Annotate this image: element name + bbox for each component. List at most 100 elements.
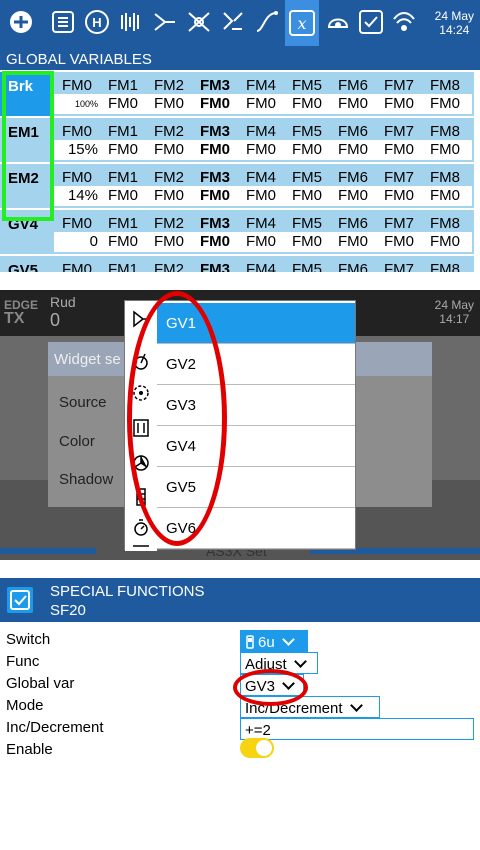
flight-mode-label: FM7 (384, 77, 414, 94)
date-label: 24 May (434, 298, 474, 312)
curves-icon[interactable] (252, 7, 282, 37)
gvar-row[interactable]: EM2 FM0 FM1 FM2 FM3 FM4 FM5 FM6 FM7 FM8 14% FM0 FM0 F… (0, 164, 480, 208)
gvar-row[interactable]: EM1 FM0 FM1 FM2 FM3 FM4 FM5 FM6 FM7 FM8 15% FM0 FM0 F… (0, 118, 480, 162)
edgetx-logo: EDGE TX (4, 298, 38, 327)
flight-mode-label: FM5 (292, 169, 322, 186)
rud-value: 0 (50, 310, 61, 330)
gvar-value-cell[interactable]: FM0 (100, 186, 146, 206)
gvar-value-cell[interactable]: FM0 (422, 140, 468, 160)
gvar-row[interactable]: GV5 FM0 FM1 FM2 FM3 FM4 FM5 FM6 FM7 FM8 (0, 256, 480, 272)
flight-mode-label: FM7 (384, 123, 414, 140)
gvar-value-cell[interactable]: FM0 (146, 232, 192, 252)
global-vars-icon[interactable]: x (285, 0, 319, 46)
gvar-value-fm0[interactable]: 100% (54, 94, 100, 114)
gvar-value-cell[interactable]: FM0 (284, 140, 330, 160)
flight-mode-label: FM8 (430, 215, 460, 232)
gvar-value-cell[interactable]: FM0 (192, 94, 238, 114)
shadow-label: Shadow (59, 471, 114, 488)
flight-mode-label: FM3 (200, 215, 230, 232)
flight-mode-label: FM0 (62, 215, 92, 232)
flight-mode-label: FM8 (430, 123, 460, 140)
gvar-value-cell[interactable]: FM0 (376, 140, 422, 160)
switch-icon (246, 635, 254, 649)
flight-mode-label: FM3 (200, 77, 230, 94)
switch-dropdown[interactable]: 6u (240, 630, 308, 652)
widget-settings-screen: EDGE TX Rud 0 24 May 14:17 Widget se Sou… (0, 290, 480, 560)
flight-mode-label: FM2 (154, 123, 184, 140)
model-list-icon[interactable] (48, 7, 78, 37)
gvar-value-cell[interactable]: FM0 (330, 94, 376, 114)
gvar-value-cell[interactable]: FM0 (100, 94, 146, 114)
gvar-value-cell[interactable]: FM0 (330, 140, 376, 160)
date-label: 24 May (434, 9, 474, 23)
gvar-value-cell[interactable]: FM0 (238, 232, 284, 252)
flight-mode-label: FM6 (338, 261, 368, 272)
gvar-value-cell[interactable]: FM0 (284, 186, 330, 206)
outputs-icon[interactable] (218, 7, 248, 37)
mixes-icon[interactable] (184, 7, 214, 37)
flight-modes-icon[interactable] (116, 7, 146, 37)
special-functions-screen: SPECIAL FUNCTIONS SF20 Switch Func Globa… (0, 578, 480, 850)
gvar-value-cell[interactable]: FM0 (376, 94, 422, 114)
flight-mode-label: FM2 (154, 261, 184, 272)
gvar-value-cell[interactable]: FM0 (330, 232, 376, 252)
red-annotation-oval (233, 669, 308, 706)
chevron-down-icon (349, 699, 363, 712)
flight-mode-label: FM1 (108, 77, 138, 94)
more-category-icon[interactable] (131, 541, 151, 551)
gvar-value-cell[interactable]: FM0 (146, 94, 192, 114)
telemetry-icon[interactable] (389, 7, 419, 37)
gvar-value-cell[interactable]: FM0 (376, 232, 422, 252)
gvar-value-cell[interactable]: FM0 (192, 186, 238, 206)
flight-mode-label: FM0 (62, 169, 92, 186)
chevron-down-icon (293, 655, 307, 668)
gvar-value-cell[interactable]: FM0 (192, 140, 238, 160)
logical-switches-icon[interactable] (323, 7, 353, 37)
datetime: 24 May 14:24 (435, 9, 474, 37)
flight-mode-label: FM4 (246, 169, 276, 186)
gvar-value-cell[interactable]: FM0 (238, 140, 284, 160)
gvar-values-row: 100% FM0 FM0 FM0 FM0 FM0 FM0 FM0 FM0 (54, 94, 472, 114)
trim-bar-left (0, 548, 96, 554)
flight-mode-label: FM2 (154, 215, 184, 232)
flight-mode-label: FM4 (246, 123, 276, 140)
gvar-value-cell[interactable]: FM0 (100, 232, 146, 252)
flight-mode-label: FM2 (154, 77, 184, 94)
gvar-value-cell[interactable]: FM0 (146, 140, 192, 160)
heli-icon[interactable]: H (82, 7, 112, 37)
special-functions-icon[interactable] (356, 7, 386, 37)
gvar-value-cell[interactable]: FM0 (422, 94, 468, 114)
switch-label: Switch (6, 631, 51, 648)
gvar-value-cell[interactable]: FM0 (238, 94, 284, 114)
source-label: Source (59, 394, 107, 411)
gvar-value-fm0[interactable]: 0 (54, 232, 100, 252)
gvar-value-fm0[interactable]: 15% (54, 140, 100, 160)
toggle-knob (256, 740, 272, 756)
gvar-value-cell[interactable]: FM0 (330, 186, 376, 206)
inc-decrement-input[interactable]: +=2 (240, 718, 474, 740)
enable-label: Enable (6, 741, 53, 758)
flight-mode-label: FM7 (384, 215, 414, 232)
gvar-row[interactable]: GV4 FM0 FM1 FM2 FM3 FM4 FM5 FM6 FM7 FM8 0 FM0 FM0 FM0… (0, 210, 480, 254)
gvar-value-cell[interactable]: FM0 (192, 232, 238, 252)
gvar-row[interactable]: Brk FM0 FM1 FM2 FM3 FM4 FM5 FM6 FM7 FM8 100% FM0 FM0… (0, 72, 480, 116)
global-variables-screen: H x 24 May 14:24 GLOBAL VARIABLES Brk FM… (0, 0, 480, 272)
flight-mode-label: FM7 (384, 169, 414, 186)
gvar-value-cell[interactable]: FM0 (284, 232, 330, 252)
enable-toggle[interactable] (240, 738, 274, 758)
flight-mode-label: FM5 (292, 215, 322, 232)
gvar-value-cell[interactable]: FM0 (422, 186, 468, 206)
gvar-value-cell[interactable]: FM0 (376, 186, 422, 206)
flight-mode-label: FM0 (62, 123, 92, 140)
gvar-value-cell[interactable]: FM0 (422, 232, 468, 252)
flight-mode-header-row: FM0 FM1 FM2 FM3 FM4 FM5 FM6 FM7 FM8 (54, 76, 472, 96)
inputs-icon[interactable] (150, 7, 180, 37)
radio-setup-icon[interactable] (6, 7, 36, 37)
gvar-value-cell[interactable]: FM0 (238, 186, 284, 206)
gvar-value-cell[interactable]: FM0 (146, 186, 192, 206)
gvar-value-fm0[interactable]: 14% (54, 186, 100, 206)
gvar-value-cell[interactable]: FM0 (100, 140, 146, 160)
gvar-value-cell[interactable]: FM0 (284, 94, 330, 114)
switch-value: 6u (258, 633, 275, 651)
flight-mode-label: FM5 (292, 261, 322, 272)
